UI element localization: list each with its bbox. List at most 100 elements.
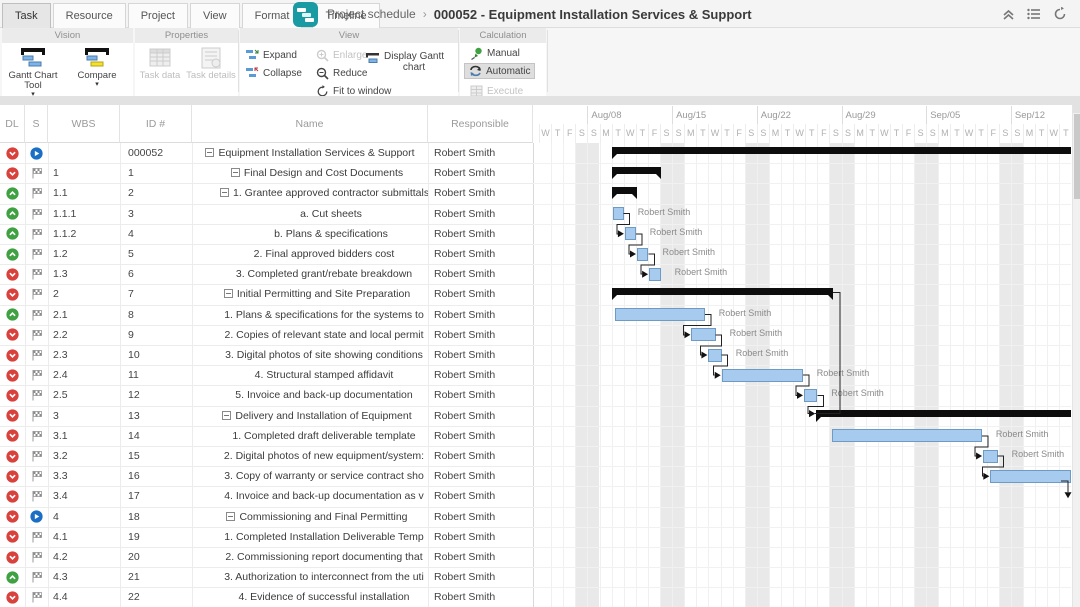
id-cell[interactable]: 19 [128, 527, 192, 547]
responsible-cell[interactable]: Robert Smith [434, 365, 533, 385]
collapse-minus-icon[interactable] [205, 148, 214, 157]
name-cell[interactable]: 2. Final approved bidders cost [192, 244, 428, 264]
wbs-cell[interactable]: 3.3 [53, 466, 120, 486]
gantt-bar-summary[interactable] [816, 410, 1071, 417]
deadline-cell[interactable] [0, 507, 25, 527]
name-cell[interactable]: Equipment Installation Services & Suppor… [192, 143, 428, 163]
responsible-cell[interactable]: Robert Smith [434, 244, 533, 264]
responsible-cell[interactable]: Robert Smith [434, 567, 533, 587]
name-cell[interactable]: 4. Structural stamped affidavit [192, 365, 428, 385]
gantt-bar-task[interactable] [649, 268, 660, 281]
collapse-minus-icon[interactable] [226, 512, 235, 521]
gantt-bar-task[interactable] [983, 450, 998, 463]
wbs-cell[interactable]: 2.3 [53, 345, 120, 365]
wbs-cell[interactable]: 4.1 [53, 527, 120, 547]
gantt-bar-task[interactable] [625, 227, 636, 240]
id-cell[interactable]: 8 [128, 305, 192, 325]
deadline-cell[interactable] [0, 446, 25, 466]
status-cell[interactable] [25, 466, 48, 486]
responsible-cell[interactable]: Robert Smith [434, 163, 533, 183]
name-cell[interactable]: 1. Plans & specifications for the system… [192, 305, 428, 325]
name-cell[interactable]: 2. Copies of relevant state and local pe… [192, 325, 428, 345]
id-cell[interactable]: 6 [128, 264, 192, 284]
automatic-button[interactable]: Automatic [464, 63, 535, 79]
wbs-cell[interactable]: 1 [53, 163, 120, 183]
id-cell[interactable]: 10 [128, 345, 192, 365]
tab-resource[interactable]: Resource [53, 3, 126, 28]
responsible-cell[interactable]: Robert Smith [434, 426, 533, 446]
name-cell[interactable]: Initial Permitting and Site Preparation [192, 284, 428, 304]
deadline-cell[interactable] [0, 143, 25, 163]
name-cell[interactable]: 3. Completed grant/rebate breakdown [192, 264, 428, 284]
responsible-cell[interactable]: Robert Smith [434, 385, 533, 405]
status-cell[interactable] [25, 587, 48, 607]
deadline-cell[interactable] [0, 244, 25, 264]
id-cell[interactable]: 7 [128, 284, 192, 304]
column-header-wbs[interactable]: WBS [48, 105, 120, 143]
gantt-bar-task[interactable] [990, 470, 1071, 483]
expand-button[interactable]: Expand [242, 47, 301, 63]
responsible-cell[interactable]: Robert Smith [434, 284, 533, 304]
column-header-s[interactable]: S [25, 105, 48, 143]
gantt-chart-tool-button[interactable]: Gantt Chart Tool ▾ [4, 45, 62, 95]
collapse-ribbon-icon[interactable] [1000, 6, 1016, 22]
deadline-cell[interactable] [0, 224, 25, 244]
id-cell[interactable]: 16 [128, 466, 192, 486]
responsible-cell[interactable]: Robert Smith [434, 204, 533, 224]
id-cell[interactable]: 22 [128, 587, 192, 607]
gantt-bar-task[interactable] [637, 248, 648, 261]
deadline-cell[interactable] [0, 587, 25, 607]
collapse-button[interactable]: Collapse [242, 65, 306, 81]
deadline-cell[interactable] [0, 426, 25, 446]
wbs-cell[interactable]: 1.1 [53, 183, 120, 203]
deadline-cell[interactable] [0, 284, 25, 304]
wbs-cell[interactable]: 1.1.1 [53, 204, 120, 224]
breadcrumb-parent[interactable]: Project schedule [327, 7, 416, 21]
status-cell[interactable] [25, 406, 48, 426]
responsible-cell[interactable]: Robert Smith [434, 264, 533, 284]
deadline-cell[interactable] [0, 567, 25, 587]
gantt-bar-task[interactable] [613, 207, 624, 220]
wbs-cell[interactable]: 2.5 [53, 385, 120, 405]
name-cell[interactable]: 2. Commissioning report documenting that [192, 547, 428, 567]
responsible-cell[interactable]: Robert Smith [434, 183, 533, 203]
wbs-cell[interactable]: 3.1 [53, 426, 120, 446]
status-cell[interactable] [25, 143, 48, 163]
status-cell[interactable] [25, 426, 48, 446]
status-cell[interactable] [25, 264, 48, 284]
deadline-cell[interactable] [0, 264, 25, 284]
id-cell[interactable]: 3 [128, 204, 192, 224]
reduce-button[interactable]: Reduce [312, 65, 371, 81]
status-cell[interactable] [25, 547, 48, 567]
vertical-scrollbar[interactable] [1072, 105, 1080, 607]
id-cell[interactable]: 4 [128, 224, 192, 244]
name-cell[interactable]: 3. Digital photos of site showing condit… [192, 345, 428, 365]
wbs-cell[interactable]: 1.1.2 [53, 224, 120, 244]
wbs-cell[interactable]: 2.2 [53, 325, 120, 345]
responsible-cell[interactable]: Robert Smith [434, 224, 533, 244]
column-header-name[interactable]: Name [192, 105, 428, 143]
deadline-cell[interactable] [0, 547, 25, 567]
wbs-cell[interactable]: 1.2 [53, 244, 120, 264]
status-cell[interactable] [25, 325, 48, 345]
wbs-cell[interactable]: 2.4 [53, 365, 120, 385]
id-cell[interactable]: 17 [128, 486, 192, 506]
column-header-dl[interactable]: DL [0, 105, 25, 143]
deadline-cell[interactable] [0, 183, 25, 203]
refresh-icon[interactable] [1052, 6, 1068, 22]
display-gantt-chart-button[interactable]: Display Gantt chart [365, 51, 444, 73]
deadline-cell[interactable] [0, 406, 25, 426]
responsible-cell[interactable]: Robert Smith [434, 446, 533, 466]
status-cell[interactable] [25, 345, 48, 365]
name-cell[interactable]: Final Design and Cost Documents [192, 163, 428, 183]
wbs-cell[interactable]: 3 [53, 406, 120, 426]
name-cell[interactable]: b. Plans & specifications [192, 224, 428, 244]
wbs-cell[interactable]: 2.1 [53, 305, 120, 325]
gantt-bar-task[interactable] [722, 369, 803, 382]
status-cell[interactable] [25, 446, 48, 466]
responsible-cell[interactable]: Robert Smith [434, 547, 533, 567]
wbs-cell[interactable]: 4.4 [53, 587, 120, 607]
column-header-id#[interactable]: ID # [120, 105, 192, 143]
id-cell[interactable]: 14 [128, 426, 192, 446]
responsible-cell[interactable]: Robert Smith [434, 406, 533, 426]
